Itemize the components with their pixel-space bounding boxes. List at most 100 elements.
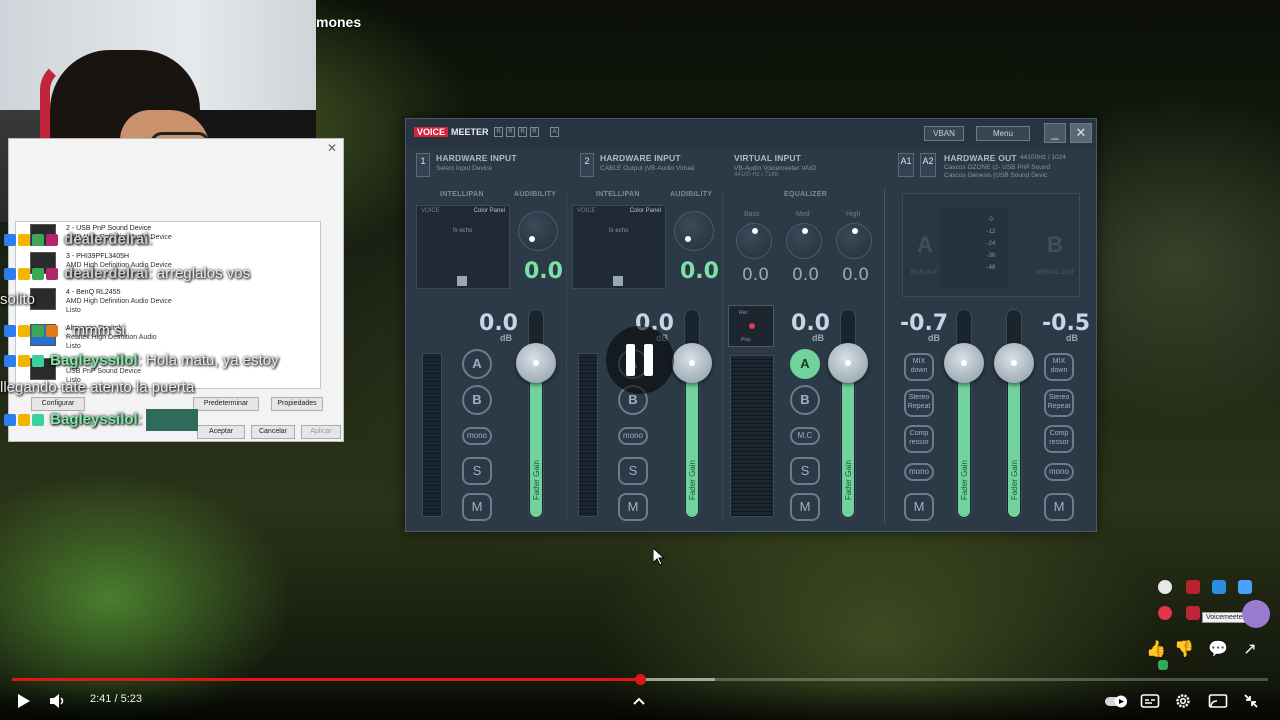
- miniplayer-icon[interactable]: [1208, 692, 1230, 710]
- intellipan-panel-2[interactable]: VOICE Color Panel fx echo: [572, 205, 666, 289]
- dialog-close-icon[interactable]: ✕: [327, 141, 337, 155]
- mono-button[interactable]: mono: [618, 427, 648, 445]
- compressor-button[interactable]: Comp ressor: [904, 425, 934, 453]
- mute-button[interactable]: M: [462, 493, 492, 521]
- r-indicator: R: [506, 127, 515, 137]
- r-indicator: R: [530, 127, 539, 137]
- video-frame[interactable]: mones ✕ 2 - USB PnP Sound Device AMD High…: [0, 0, 1280, 720]
- stereo-repeat-button[interactable]: Stereo Repeat: [904, 389, 934, 417]
- intellipan-panel-1[interactable]: VOICE Color Panel fx echo: [416, 205, 510, 289]
- autoplay-toggle[interactable]: [1104, 692, 1130, 710]
- tray-app-icon[interactable]: [1186, 606, 1200, 620]
- dislike-icon[interactable]: 👎: [1174, 640, 1194, 660]
- equalizer-label: EQUALIZER: [784, 191, 828, 198]
- mono-button[interactable]: mono: [1044, 463, 1074, 481]
- menu-button[interactable]: Menu: [976, 126, 1030, 141]
- hardware-out-header[interactable]: A1 A2 HARDWARE OUT 44100Hz / 1024 Cascos…: [898, 151, 1094, 181]
- mix-down-button[interactable]: MIX down: [1044, 353, 1074, 381]
- pause-indicator-icon: [606, 326, 674, 394]
- volume-icon[interactable]: [48, 692, 70, 710]
- audibility-label: AUDIBILITY: [514, 191, 557, 198]
- close-button[interactable]: ✕: [1070, 123, 1092, 143]
- intellipan-label: INTELLIPAN: [596, 191, 640, 198]
- subtitles-icon[interactable]: [1140, 692, 1162, 710]
- chat-emote: [146, 409, 199, 431]
- eq-high-knob[interactable]: [836, 223, 872, 259]
- eq-med-knob[interactable]: [786, 223, 822, 259]
- bus-b-button[interactable]: B: [790, 385, 820, 415]
- tray-app-icon[interactable]: [1186, 580, 1200, 594]
- exit-fullscreen-icon[interactable]: [1242, 692, 1264, 710]
- voicemeeter-window: VOICE MEETER R R R R A VBAN Menu _ ✕ 1 HA…: [405, 118, 1097, 532]
- level-meter-1: [422, 353, 442, 517]
- audibility-knob-2[interactable]: [674, 211, 714, 251]
- solo-button[interactable]: S: [462, 457, 492, 485]
- player-controls: 2:41 / 5:23: [0, 684, 1280, 720]
- tray-app-icon[interactable]: [1238, 580, 1252, 594]
- solo-button[interactable]: S: [790, 457, 820, 485]
- cancel-button[interactable]: Cancelar: [251, 425, 295, 439]
- db-unit: dB: [928, 333, 940, 343]
- strip-header-virtual[interactable]: VIRTUAL INPUT VB-Audio Voicemeeter VAIO …: [714, 151, 864, 181]
- chat-message: : mmm si: [4, 322, 125, 339]
- tray-avatar-icon[interactable]: [1242, 600, 1270, 628]
- a-indicator: A: [550, 127, 559, 137]
- strip-header-2[interactable]: 2 HARDWARE INPUT CABLE Output (VB-Audio …: [580, 151, 730, 181]
- seek-bar[interactable]: [12, 674, 1268, 685]
- audibility-knob-1[interactable]: [518, 211, 558, 251]
- accept-button[interactable]: Aceptar: [197, 425, 245, 439]
- set-default-button[interactable]: Predeterminar: [193, 397, 259, 411]
- bus-a-button[interactable]: A: [462, 349, 492, 379]
- chevron-up-icon[interactable]: [630, 692, 652, 710]
- eq-bass-value: 0.0: [742, 265, 770, 285]
- chat-message: Bagleyssilol: Hola matu, ya estoy: [4, 352, 279, 369]
- eq-bass-knob[interactable]: [736, 223, 772, 259]
- bus-b-button[interactable]: B: [462, 385, 492, 415]
- chat-message: dealerdelrai: arreglalos vos: [4, 265, 250, 282]
- share-icon[interactable]: ↗: [1240, 640, 1260, 660]
- settings-gear-icon[interactable]: [1174, 692, 1196, 710]
- voicemeeter-logo: VOICE MEETER: [414, 126, 492, 139]
- eq-med-value: 0.0: [792, 265, 820, 285]
- mono-button[interactable]: mono: [904, 463, 934, 481]
- db-unit: dB: [812, 333, 824, 343]
- strip-header-1[interactable]: 1 HARDWARE INPUT Select Input Device: [416, 151, 566, 181]
- mix-down-button[interactable]: MIX down: [904, 353, 934, 381]
- chat-message: Bagleyssilol:: [4, 409, 199, 431]
- mute-button[interactable]: M: [790, 493, 820, 521]
- compressor-button[interactable]: Comp ressor: [1044, 425, 1074, 453]
- tray-app-icon[interactable]: [1158, 606, 1172, 620]
- eq-med-label: Med: [796, 211, 810, 218]
- sound-properties-dialog: ✕ 2 - USB PnP Sound Device AMD High Defin…: [8, 138, 344, 442]
- eq-bass-label: Bass: [744, 211, 760, 218]
- tray-app-icon[interactable]: [1212, 580, 1226, 594]
- rec-play-control[interactable]: Rec Play: [728, 305, 774, 347]
- db-unit: dB: [500, 333, 512, 343]
- like-icon[interactable]: 👍: [1146, 640, 1166, 660]
- mute-button[interactable]: M: [904, 493, 934, 521]
- bus-a-button-active[interactable]: A: [790, 349, 820, 379]
- apply-button[interactable]: Aplicar: [301, 425, 341, 439]
- mute-button[interactable]: M: [1044, 493, 1074, 521]
- mc-button[interactable]: M.C: [790, 427, 820, 445]
- properties-button[interactable]: Propiedades: [271, 397, 323, 411]
- level-meter-virtual: [730, 355, 774, 517]
- comment-icon[interactable]: 💬: [1208, 640, 1228, 660]
- minimize-button[interactable]: _: [1044, 123, 1066, 143]
- play-icon[interactable]: [14, 692, 36, 710]
- tray-app-icon[interactable]: [1158, 660, 1168, 670]
- audibility-value-1: 0.0: [524, 259, 563, 284]
- fader-value-1: 0.0: [479, 311, 518, 336]
- solo-button[interactable]: S: [618, 457, 648, 485]
- mute-button[interactable]: M: [618, 493, 648, 521]
- master-meter-panel: A B BUS OUT VIRTUAL OUT 0 -12 -24 -36 -48: [902, 193, 1080, 297]
- stereo-repeat-button[interactable]: Stereo Repeat: [1044, 389, 1074, 417]
- cloud-icon[interactable]: [1158, 580, 1172, 594]
- voicemeeter-titlebar[interactable]: VOICE MEETER R R R R A VBAN Menu _ ✕: [406, 119, 1096, 147]
- mono-button[interactable]: mono: [462, 427, 492, 445]
- time-display: 2:41 / 5:23: [90, 693, 143, 705]
- db-unit: dB: [1066, 333, 1078, 343]
- vban-button[interactable]: VBAN: [924, 126, 964, 141]
- level-meter-2: [578, 353, 598, 517]
- fader-value-3: 0.0: [791, 311, 830, 336]
